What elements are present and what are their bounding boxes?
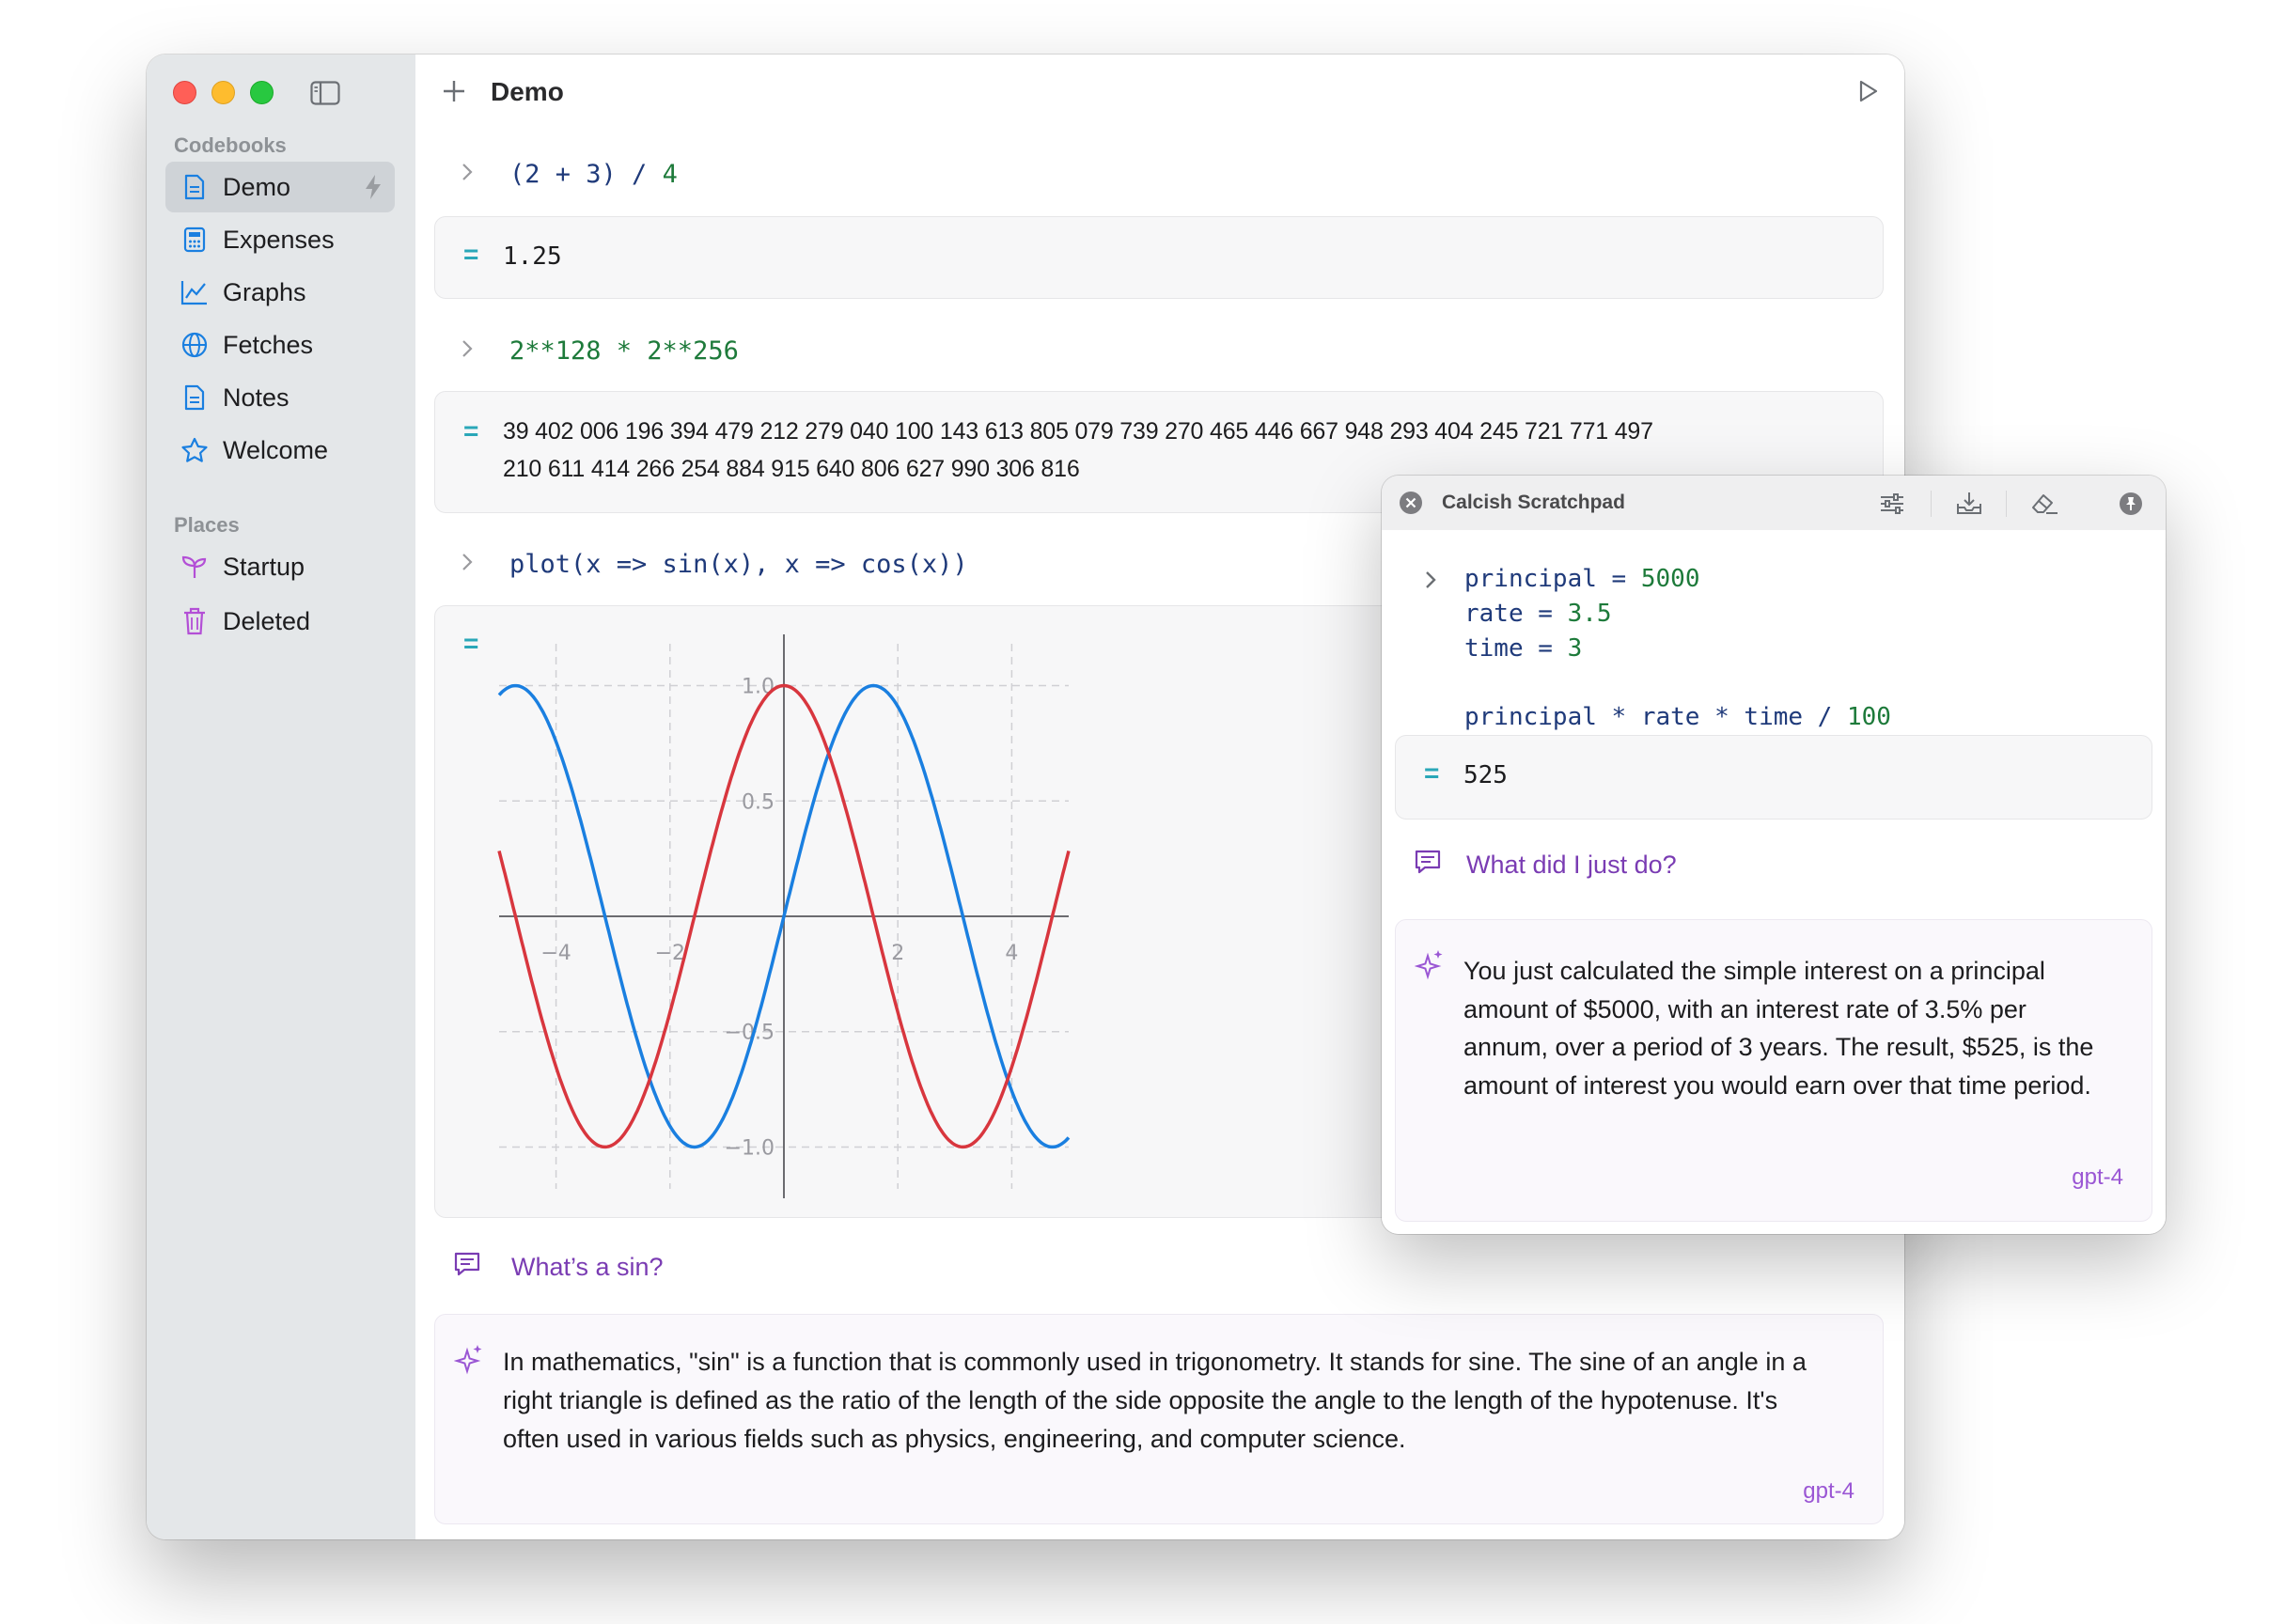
play-icon: [1859, 80, 1878, 102]
save-to-codebook-button[interactable]: [1953, 489, 1985, 519]
sidebar-item-notes[interactable]: Notes: [165, 372, 395, 423]
document-icon: [180, 383, 210, 413]
chat-bubble-icon: [453, 1250, 485, 1285]
page-title: Demo: [491, 77, 564, 106]
scratchpad-body: principal = 5000 rate = 3.5 time = 3 pri…: [1382, 530, 2166, 1234]
sidebar-item-demo[interactable]: Demo: [165, 162, 395, 212]
sidebar-item-expenses[interactable]: Expenses: [165, 214, 395, 265]
chevron-right-icon: [1424, 566, 1437, 601]
x-tick-label: 2: [891, 942, 904, 965]
section-title-codebooks: Codebooks: [174, 133, 287, 157]
bolt-icon: [363, 173, 383, 208]
eraser-icon: [2032, 494, 2058, 514]
scratchpad-settings-button[interactable]: [1876, 489, 1908, 519]
result-line: 39 402 006 196 394 479 212 279 040 100 1…: [503, 418, 1653, 445]
tray-download-icon: [1957, 492, 1981, 514]
result-marker: =: [463, 240, 479, 269]
scratchpad-answer: You just calculated the simple interest …: [1395, 919, 2152, 1222]
zoom-window-button[interactable]: [250, 81, 274, 104]
calculator-icon: [180, 225, 210, 255]
y-tick-label: −0.5: [725, 1022, 775, 1045]
star-icon: [180, 435, 210, 465]
cell-result: = 1.25: [434, 216, 1884, 299]
model-badge: gpt-4: [2072, 1164, 2123, 1190]
cell-input[interactable]: 2**128 * 2**256: [461, 336, 1882, 366]
model-badge: gpt-4: [1803, 1478, 1854, 1504]
trash-icon: [180, 606, 210, 636]
y-tick-label: −1.0: [725, 1136, 775, 1160]
sin-cos-plot: −4 −2 2 41.00.5−0.5−1.0: [497, 634, 1071, 1198]
globe-icon: [180, 330, 210, 360]
scratchpad-window: Calcish Scratchpad principal = 5000 rate…: [1382, 476, 2166, 1234]
chevron-right-icon[interactable]: [461, 336, 481, 366]
result-marker: =: [463, 629, 479, 658]
scratchpad-toolbar: Calcish Scratchpad: [1382, 476, 2166, 531]
sprout-icon: [180, 552, 210, 582]
scratchpad-title: Calcish Scratchpad: [1442, 492, 1625, 513]
code-line: rate = 3.5: [1464, 600, 1612, 628]
sidebar-item-label: Deleted: [223, 606, 311, 635]
sidebar-item-label: Welcome: [223, 435, 329, 464]
window-controls: [173, 81, 274, 104]
sidebar-toggle-icon[interactable]: [310, 81, 340, 105]
sidebar-item-label: Notes: [223, 383, 289, 412]
sidebar-item-label: Expenses: [223, 225, 335, 254]
x-tick-label: −4: [540, 942, 571, 965]
scratchpad-question[interactable]: What did I just do?: [1414, 848, 2143, 882]
x-tick-label: −2: [655, 942, 685, 965]
pin-icon: [2120, 492, 2142, 515]
sidebar-item-label: Startup: [223, 552, 305, 581]
sparkles-icon: [453, 1343, 484, 1382]
sliders-icon: [1881, 493, 1903, 514]
chevron-right-icon[interactable]: [461, 160, 481, 189]
result-marker: =: [1424, 758, 1440, 788]
sidebar-item-fetches[interactable]: Fetches: [165, 320, 395, 370]
ai-answer: In mathematics, "sin" is a function that…: [434, 1314, 1884, 1524]
chat-bubble-icon: [1414, 848, 1446, 882]
y-tick-label: 0.5: [742, 790, 775, 814]
code-line: time = 3: [1464, 634, 1583, 663]
minimize-window-button[interactable]: [211, 81, 235, 104]
scratchpad-result: = 525: [1395, 735, 2152, 820]
run-button[interactable]: [1850, 73, 1886, 109]
chart-icon: [180, 277, 210, 307]
ai-question[interactable]: What’s a sin?: [453, 1250, 1882, 1285]
sidebar-item-deleted[interactable]: Deleted: [165, 596, 395, 647]
cell-input[interactable]: (2 + 3) / 4: [461, 160, 1882, 189]
sidebar-item-startup[interactable]: Startup: [165, 541, 395, 592]
chevron-right-icon[interactable]: [461, 550, 481, 579]
sidebar-item-label: Fetches: [223, 330, 314, 359]
sidebar-item-label: Graphs: [223, 277, 306, 306]
sidebar-item-welcome[interactable]: Welcome: [165, 425, 395, 476]
code-line: principal = 5000: [1464, 565, 1700, 593]
document-icon: [180, 172, 210, 202]
result-marker: =: [463, 416, 479, 445]
section-title-places: Places: [174, 513, 240, 537]
sparkles-icon: [1414, 948, 1445, 987]
close-window-button[interactable]: [173, 81, 196, 104]
sidebar-item-label: Demo: [223, 172, 291, 201]
sidebar-item-graphs[interactable]: Graphs: [165, 267, 395, 318]
add-codebook-button[interactable]: [438, 75, 470, 107]
close-scratchpad-icon[interactable]: [1399, 491, 1423, 520]
x-tick-label: 4: [1005, 942, 1018, 965]
clear-scratchpad-button[interactable]: [2028, 489, 2060, 519]
sidebar: Codebooks Demo Expenses Graphs Fetches N…: [147, 55, 416, 1539]
code-line: principal * rate * time / 100: [1464, 703, 1891, 731]
scratchpad-input[interactable]: principal = 5000 rate = 3.5 time = 3 pri…: [1426, 562, 1891, 735]
pin-scratchpad-button[interactable]: [2115, 489, 2147, 519]
